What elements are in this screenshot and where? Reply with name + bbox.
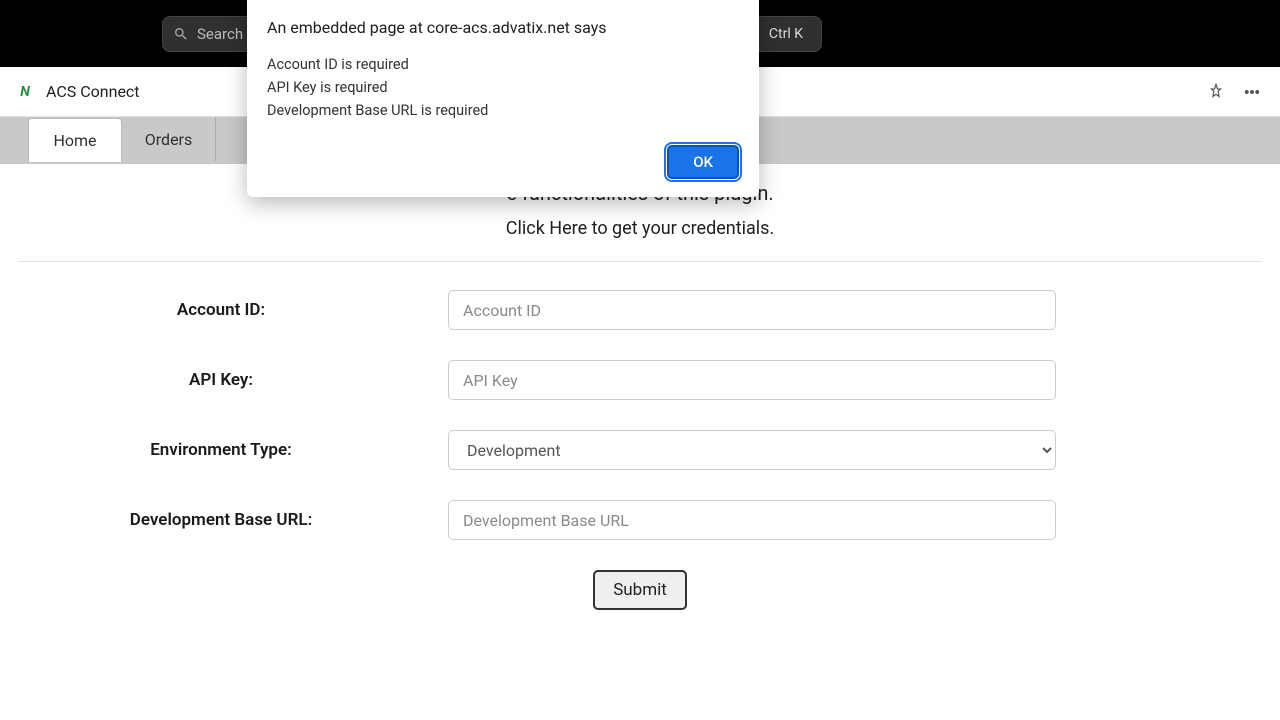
input-dev-base-url[interactable]: [448, 500, 1056, 540]
divider: [18, 261, 1262, 262]
tab-orders[interactable]: Orders: [122, 117, 216, 161]
input-api-key[interactable]: [448, 360, 1056, 400]
alert-title: An embedded page at core-acs.advatix.net…: [267, 18, 739, 37]
search-icon: [173, 26, 189, 42]
select-env-type[interactable]: Development: [448, 430, 1056, 470]
label-account-id: Account ID:: [18, 300, 448, 320]
app-title: ACS Connect: [46, 82, 140, 101]
label-api-key: API Key:: [18, 370, 448, 390]
tab-label: Home: [53, 131, 96, 150]
main-content: e functionalities of this plugin. Click …: [0, 178, 1280, 610]
pin-icon[interactable]: [1202, 78, 1230, 106]
label-env-type: Environment Type:: [18, 440, 448, 460]
tab-home[interactable]: Home: [28, 118, 122, 162]
credentials-line: Click Here to get your credentials.: [18, 218, 1262, 239]
click-here-link[interactable]: Click Here: [506, 218, 587, 239]
alert-actions: OK: [267, 145, 739, 179]
top-right-mask: [960, 0, 1280, 56]
alert-body: Account ID is required API Key is requir…: [267, 53, 739, 123]
row-env-type: Environment Type: Development: [18, 430, 1262, 470]
search-shortcut: Ctrl K: [761, 22, 811, 46]
row-account-id: Account ID:: [18, 290, 1262, 330]
tab-label: Orders: [145, 130, 192, 149]
submit-row: Submit: [18, 570, 1262, 610]
js-alert-dialog: An embedded page at core-acs.advatix.net…: [247, 0, 759, 197]
app-logo-icon: N: [14, 81, 36, 103]
alert-ok-button[interactable]: OK: [667, 145, 739, 179]
submit-button[interactable]: Submit: [593, 570, 687, 610]
more-icon[interactable]: [1238, 78, 1266, 106]
credentials-tail: to get your credentials.: [587, 218, 774, 239]
label-dev-base-url: Development Base URL:: [18, 510, 448, 530]
input-account-id[interactable]: [448, 290, 1056, 330]
row-dev-base-url: Development Base URL:: [18, 500, 1262, 540]
row-api-key: API Key:: [18, 360, 1262, 400]
